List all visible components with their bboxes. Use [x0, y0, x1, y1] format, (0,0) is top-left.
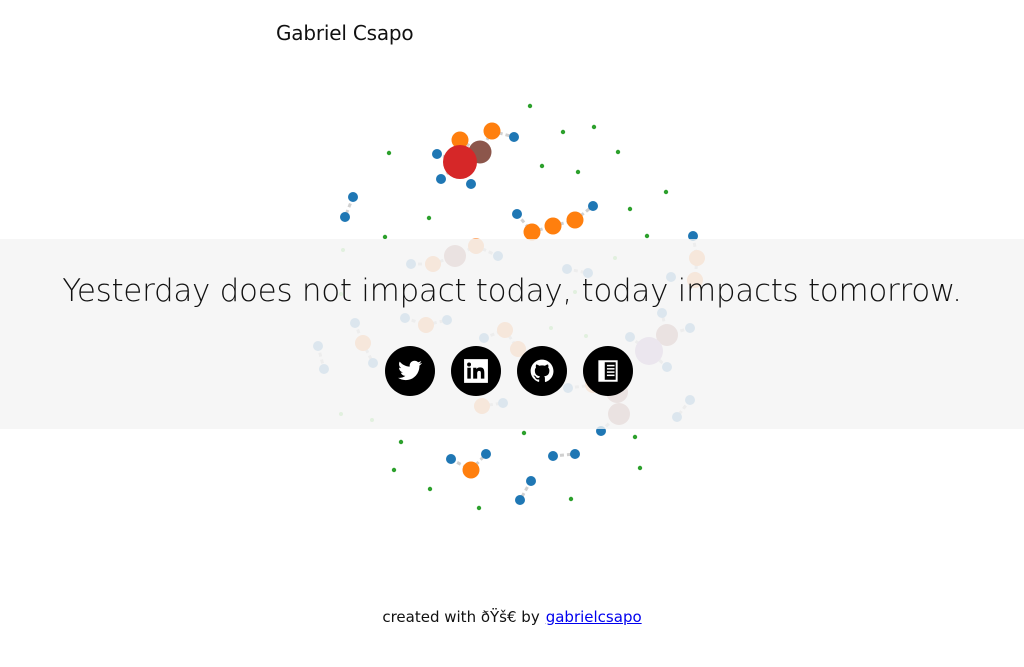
social-links: [385, 346, 633, 396]
author-link[interactable]: gabrielcsapo: [546, 608, 642, 626]
github-icon: [530, 359, 554, 382]
hero-band: [0, 239, 1024, 429]
hero-tagline: Yesterday does not impact today, today i…: [62, 273, 962, 309]
linkedin-button[interactable]: [451, 346, 501, 396]
twitter-button[interactable]: [385, 346, 435, 396]
footer-created-text: created with ðŸš€ by: [382, 608, 540, 626]
twitter-icon: [398, 360, 422, 381]
footer: created with ðŸš€ by gabrielcsapo: [0, 608, 1024, 626]
blog-button[interactable]: [583, 346, 633, 396]
github-button[interactable]: [517, 346, 567, 396]
book-icon: [598, 360, 618, 382]
linkedin-icon: [464, 359, 488, 383]
